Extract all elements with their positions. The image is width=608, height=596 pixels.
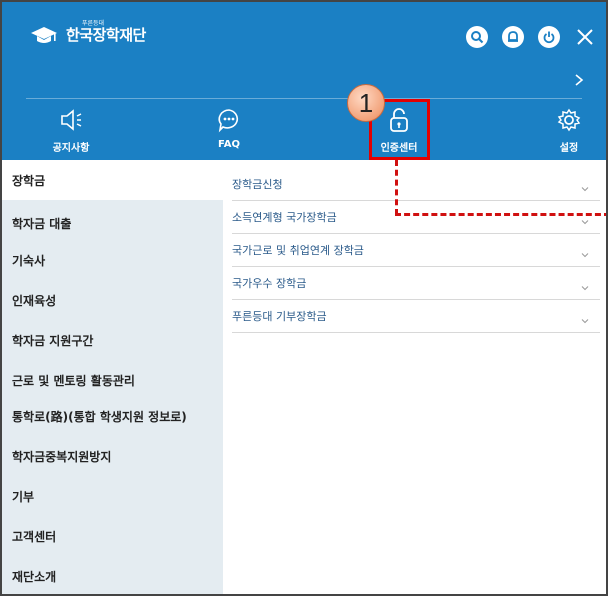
app-window: 푸른등대 한국장학재단 공지사항 FAQ 인증센터 설정 장학금 학자금 대출 …	[0, 0, 608, 596]
nav-settings-label: 설정	[559, 143, 579, 154]
submenu-item-excellence[interactable]: 국가우수 장학금	[232, 267, 600, 300]
brand-logo[interactable]: 푸른등대 한국장학재단	[30, 20, 146, 45]
submenu-item-work-employment[interactable]: 국가근로 및 취업연계 장학금	[232, 234, 600, 267]
sidebar-item-talent[interactable]: 인재육성	[2, 280, 223, 320]
divider	[26, 98, 582, 99]
nav-faq-label: FAQ	[218, 139, 240, 150]
sidebar-item-student-loan[interactable]: 학자금 대출	[2, 203, 223, 243]
submenu-item-label: 푸른등대 기부장학금	[232, 310, 327, 323]
sidebar-item-customer-center[interactable]: 고객센터	[2, 516, 223, 556]
header-actions	[466, 26, 596, 48]
nav-faq[interactable]: FAQ	[189, 106, 269, 150]
submenu-item-label: 소득연계형 국가장학금	[232, 211, 337, 224]
bell-icon[interactable]	[502, 26, 524, 48]
sidebar-item-about[interactable]: 재단소개	[2, 556, 223, 594]
sidebar-item-work-mentoring[interactable]: 근로 및 멘토링 활동관리	[2, 360, 223, 400]
step-badge: 1	[347, 84, 385, 122]
sidebar-item-scholarship[interactable]: 장학금	[2, 160, 223, 200]
nav-notice-label: 공지사항	[52, 143, 90, 154]
search-icon[interactable]	[466, 26, 488, 48]
brand-name: 한국장학재단	[66, 26, 146, 44]
callout-connector	[395, 213, 606, 216]
sidebar-item-donation[interactable]: 기부	[2, 476, 223, 516]
close-icon[interactable]	[574, 26, 596, 48]
sidebar-item-duplicate-prevention[interactable]: 학자금중복지원방지	[2, 436, 223, 476]
notice-bar[interactable]	[2, 62, 606, 99]
chevron-down-icon	[580, 311, 590, 324]
chevron-down-icon	[580, 245, 590, 258]
chevron-right-icon[interactable]	[574, 72, 584, 91]
submenu-item-donation-scholarship[interactable]: 푸른등대 기부장학금	[232, 300, 600, 333]
gear-icon	[529, 106, 606, 134]
sidebar-item-dormitory[interactable]: 기숙사	[2, 240, 223, 280]
sidebar-item-support-tier[interactable]: 학자금 지원구간	[2, 320, 223, 360]
header: 푸른등대 한국장학재단 공지사항 FAQ 인증센터 설정	[2, 2, 606, 160]
graduation-cap-icon	[30, 25, 60, 45]
submenu-item-label: 국가근로 및 취업연계 장학금	[232, 244, 364, 257]
callout-connector	[395, 160, 398, 215]
submenu-item-income-linked[interactable]: 소득연계형 국가장학금	[232, 201, 600, 234]
power-icon[interactable]	[538, 26, 560, 48]
submenu-item-apply[interactable]: 장학금신청	[232, 168, 600, 201]
submenu-item-label: 장학금신청	[232, 178, 283, 191]
sidebar-item-tonghakro[interactable]: 통학로(路)(통합 학생지원 정보로)	[2, 396, 223, 436]
submenu-item-label: 국가우수 장학금	[232, 277, 307, 290]
chevron-down-icon	[580, 278, 590, 291]
sidebar: 장학금 학자금 대출 기숙사 인재육성 학자금 지원구간 근로 및 멘토링 활동…	[2, 160, 223, 594]
nav-notice[interactable]: 공지사항	[31, 106, 111, 154]
megaphone-icon	[31, 106, 111, 134]
nav-settings[interactable]: 설정	[529, 106, 606, 154]
brand-tagline: 푸른등대	[82, 20, 105, 27]
chat-bubble-icon	[189, 106, 269, 134]
chevron-down-icon	[580, 179, 590, 192]
